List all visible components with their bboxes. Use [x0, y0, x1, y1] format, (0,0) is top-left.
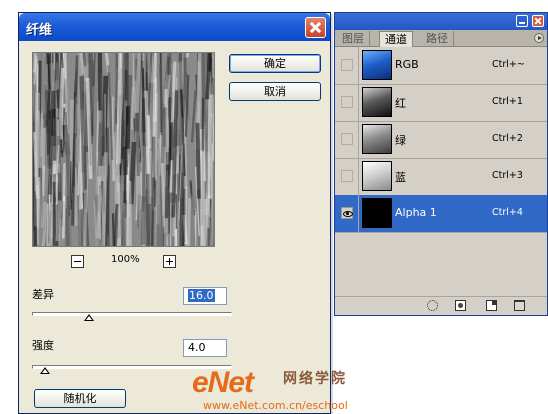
zoom-in-icon[interactable]	[163, 255, 176, 268]
channel-shortcut: Ctrl+~	[492, 59, 525, 70]
new-channel-icon[interactable]	[486, 300, 497, 311]
tab-paths[interactable]: 路径	[421, 31, 454, 46]
trash-icon[interactable]	[514, 300, 525, 311]
variance-field[interactable]: 16.0	[183, 287, 227, 305]
zoom-level: 100%	[111, 254, 140, 265]
fibers-preview-image	[33, 53, 214, 246]
channel-thumbnail	[362, 50, 392, 80]
strength-field[interactable]: 4.0	[183, 339, 227, 357]
mask-dot	[458, 303, 463, 308]
visibility-toggle[interactable]	[341, 133, 353, 145]
channel-name: 蓝	[395, 171, 406, 184]
variance-label: 差异	[32, 288, 54, 301]
mask-icon[interactable]	[455, 300, 466, 311]
row-divider	[358, 121, 359, 158]
row-divider	[358, 47, 359, 84]
channels-tabbar: 图层 通道 路径	[335, 30, 547, 48]
channels-titlebar[interactable]	[335, 13, 547, 30]
channel-list: RGB Ctrl+~ 红 Ctrl+1 绿 Ctrl+2 蓝 Ctrl+3 Al…	[335, 47, 547, 297]
channel-row-green[interactable]: 绿 Ctrl+2	[335, 121, 547, 159]
minimize-icon[interactable]	[516, 15, 528, 27]
watermark-logo: eNet	[192, 366, 254, 400]
eye-icon	[343, 211, 353, 217]
channel-name: 绿	[395, 134, 406, 147]
channel-thumbnail	[362, 87, 392, 117]
channels-footer	[335, 296, 547, 315]
strength-slider-thumb[interactable]	[40, 367, 50, 374]
channel-shortcut: Ctrl+4	[492, 207, 523, 218]
channel-thumbnail	[362, 124, 392, 154]
watermark-url: www.eNet.com.cn/eschool	[203, 399, 348, 412]
dialog-title: 纤维	[26, 23, 53, 38]
channel-shortcut: Ctrl+2	[492, 133, 523, 144]
channel-thumbnail	[362, 161, 392, 191]
close-icon[interactable]	[305, 17, 326, 38]
channel-name: Alpha 1	[395, 206, 437, 219]
row-divider	[358, 84, 359, 121]
zoom-out-icon[interactable]	[71, 255, 84, 268]
close-icon[interactable]	[532, 15, 544, 27]
channels-panel: 图层 通道 路径 RGB Ctrl+~ 红 Ctrl+1 绿 Ctrl+2 蓝 …	[334, 12, 548, 316]
cancel-button[interactable]: 取消	[229, 82, 321, 101]
visibility-toggle[interactable]	[341, 170, 353, 182]
dialog-titlebar[interactable]: 纤维	[19, 13, 330, 41]
channel-name: RGB	[395, 58, 419, 71]
channel-row-red[interactable]: 红 Ctrl+1	[335, 84, 547, 122]
channel-row-rgb[interactable]: RGB Ctrl+~	[335, 47, 547, 85]
row-divider	[358, 195, 359, 232]
channel-shortcut: Ctrl+1	[492, 96, 523, 107]
page-corner	[492, 301, 496, 305]
variance-slider[interactable]	[32, 312, 232, 321]
row-divider	[358, 158, 359, 195]
tab-channels[interactable]: 通道	[379, 31, 413, 48]
channel-shortcut: Ctrl+3	[492, 170, 523, 181]
watermark-brand-cn: 网络学院	[283, 371, 347, 387]
variance-value: 16.0	[188, 289, 215, 302]
channel-row-alpha[interactable]: Alpha 1 Ctrl+4	[335, 195, 547, 233]
channel-thumbnail	[362, 198, 392, 228]
strength-label: 强度	[32, 339, 54, 352]
preview-pane[interactable]	[32, 52, 215, 247]
channel-name: 红	[395, 97, 406, 110]
channel-row-blue[interactable]: 蓝 Ctrl+3	[335, 158, 547, 196]
fibers-dialog: 纤维 确定 取消 100% 差异 16.0 强度 4.0 随机化	[18, 12, 331, 414]
ok-button[interactable]: 确定	[229, 54, 321, 73]
visibility-toggle[interactable]	[341, 207, 353, 219]
randomize-button[interactable]: 随机化	[34, 389, 126, 408]
panel-menu-icon[interactable]	[534, 33, 544, 43]
variance-slider-thumb[interactable]	[84, 314, 94, 321]
tab-layers[interactable]: 图层	[337, 31, 370, 46]
watermark-brand: eNet	[192, 366, 254, 399]
visibility-toggle[interactable]	[341, 59, 353, 71]
visibility-toggle[interactable]	[341, 96, 353, 108]
dotted-circle-icon[interactable]	[427, 300, 438, 311]
